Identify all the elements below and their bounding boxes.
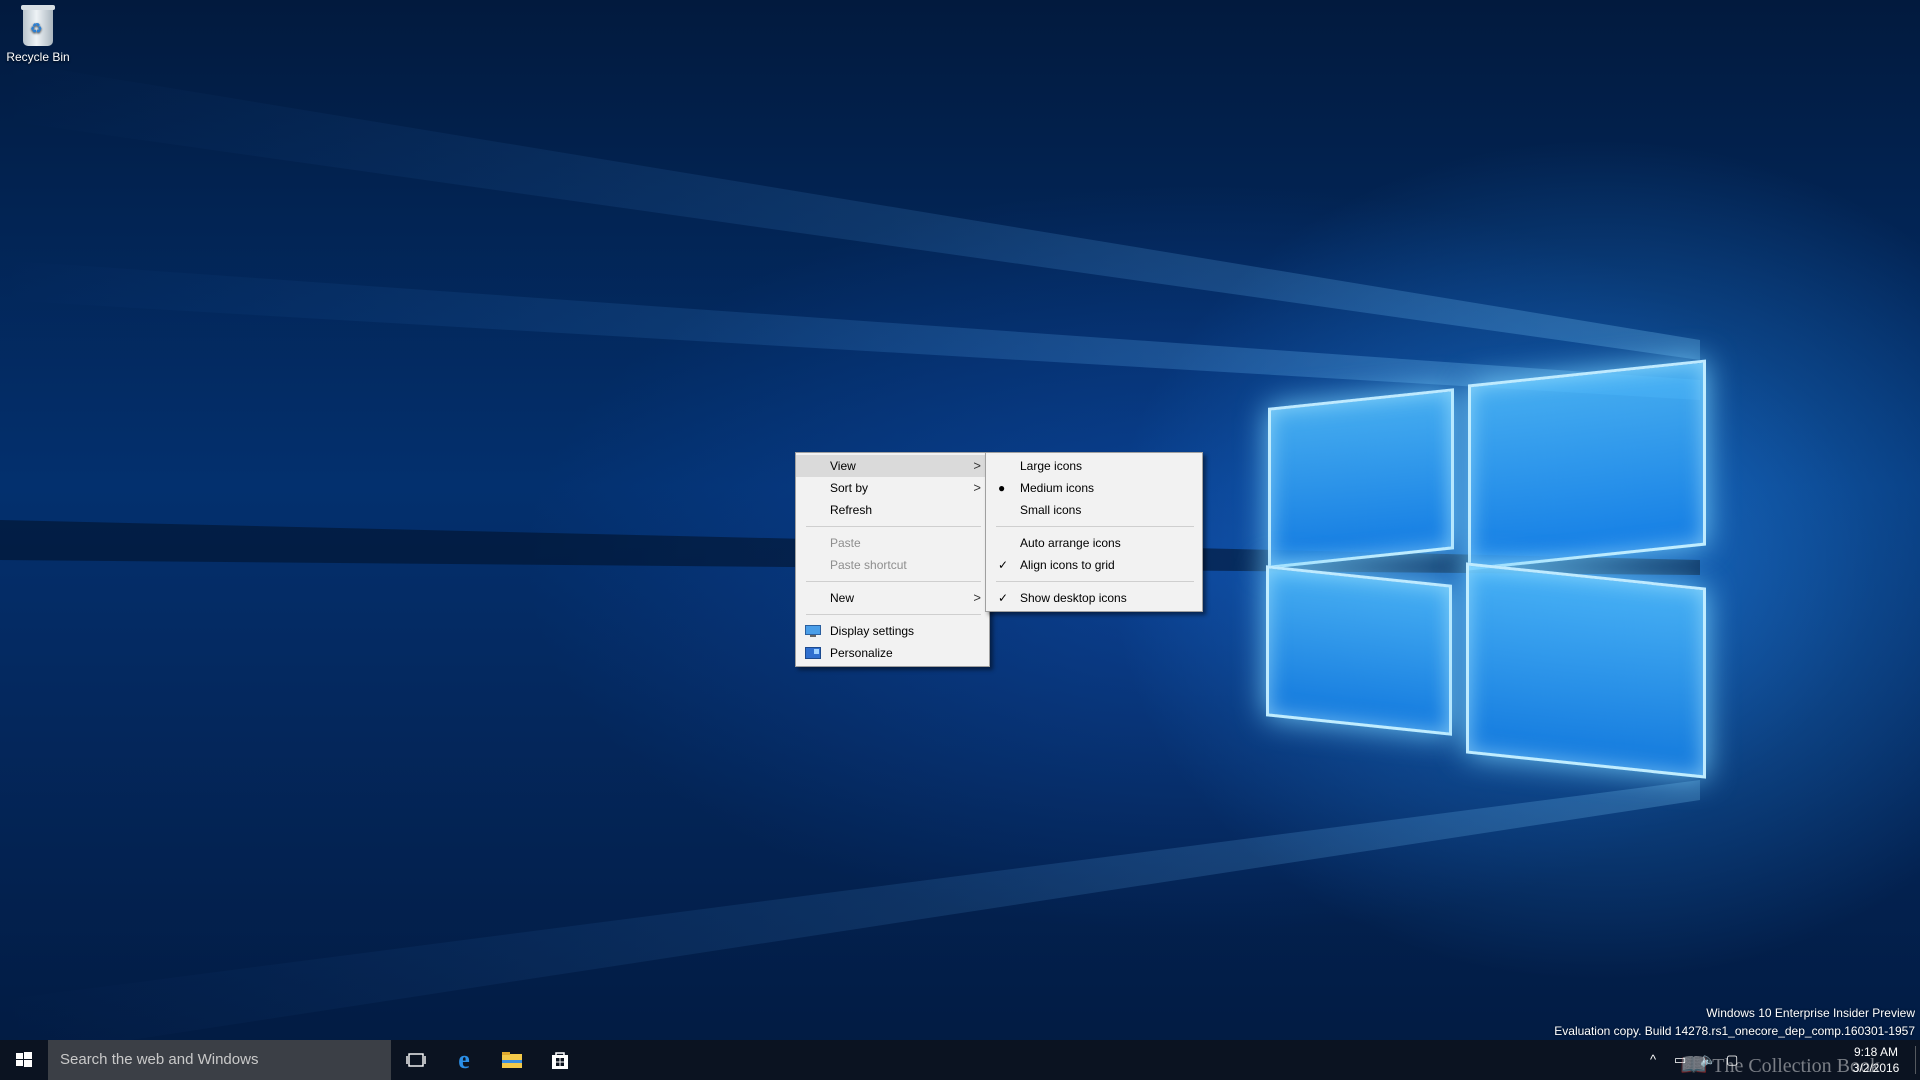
submenu-item-large-icons[interactable]: Large icons xyxy=(986,455,1202,477)
radio-bullet-icon: ● xyxy=(998,481,1006,495)
overlay-watermark: 📖 The Collection Book xyxy=(1680,1052,1880,1077)
store-icon xyxy=(552,1052,568,1069)
recycle-bin[interactable]: ♻ Recycle Bin xyxy=(4,5,72,64)
menu-separator xyxy=(996,526,1194,527)
start-button[interactable] xyxy=(0,1040,48,1080)
edge-taskbar-button[interactable]: e xyxy=(440,1040,488,1080)
submenu-item-auto-arrange[interactable]: Auto arrange icons xyxy=(986,532,1202,554)
menu-item-new[interactable]: New > xyxy=(796,587,989,609)
chevron-right-icon: > xyxy=(973,458,981,473)
menu-item-paste[interactable]: Paste xyxy=(796,532,989,554)
build-watermark: Windows 10 Enterprise Insider Preview Ev… xyxy=(1554,1004,1915,1040)
edge-icon: e xyxy=(458,1045,470,1074)
menu-separator xyxy=(806,581,981,582)
show-hidden-icons-chevron-icon[interactable]: ^ xyxy=(1650,1052,1656,1067)
menu-item-view[interactable]: View > xyxy=(796,455,989,477)
checkmark-icon: ✓ xyxy=(998,591,1009,605)
recycle-bin-icon: ♻ xyxy=(21,5,55,46)
menu-separator xyxy=(806,614,981,615)
taskbar-search-box[interactable]: Search the web and Windows xyxy=(48,1040,391,1080)
file-explorer-taskbar-button[interactable] xyxy=(488,1040,536,1080)
book-icon: 📖 xyxy=(1680,1052,1708,1077)
menu-item-display-settings[interactable]: Display settings xyxy=(796,620,989,642)
file-explorer-icon xyxy=(502,1052,522,1068)
desktop-context-menu: View > Sort by > Refresh Paste Paste sho… xyxy=(795,452,990,667)
taskbar: Search the web and Windows e ^ ▭ 🔈 ▢ 9:1… xyxy=(0,1040,1920,1080)
personalize-icon xyxy=(805,647,821,659)
desktop[interactable]: ♻ Recycle Bin View > Sort by > Refresh P… xyxy=(0,0,1920,1080)
menu-item-refresh[interactable]: Refresh xyxy=(796,499,989,521)
menu-separator xyxy=(996,581,1194,582)
menu-item-paste-shortcut[interactable]: Paste shortcut xyxy=(796,554,989,576)
search-placeholder: Search the web and Windows xyxy=(60,1051,259,1068)
menu-item-personalize[interactable]: Personalize xyxy=(796,642,989,664)
submenu-item-align-to-grid[interactable]: ✓ Align icons to grid xyxy=(986,554,1202,576)
display-icon xyxy=(805,625,821,637)
windows-start-icon xyxy=(16,1052,32,1067)
watermark-build: Evaluation copy. Build 14278.rs1_onecore… xyxy=(1554,1024,1915,1038)
submenu-item-small-icons[interactable]: Small icons xyxy=(986,499,1202,521)
view-submenu: Large icons ● Medium icons Small icons A… xyxy=(985,452,1203,612)
show-desktop-button[interactable] xyxy=(1915,1046,1916,1074)
submenu-item-show-desktop-icons[interactable]: ✓ Show desktop icons xyxy=(986,587,1202,609)
watermark-edition: Windows 10 Enterprise Insider Preview xyxy=(1706,1006,1915,1020)
checkmark-icon: ✓ xyxy=(998,558,1009,572)
task-view-button[interactable] xyxy=(392,1040,440,1080)
submenu-item-medium-icons[interactable]: ● Medium icons xyxy=(986,477,1202,499)
chevron-right-icon: > xyxy=(973,590,981,605)
menu-separator xyxy=(806,526,981,527)
task-view-icon xyxy=(406,1053,426,1067)
store-taskbar-button[interactable] xyxy=(536,1040,584,1080)
menu-item-sort-by[interactable]: Sort by > xyxy=(796,477,989,499)
recycle-bin-label: Recycle Bin xyxy=(6,50,70,64)
chevron-right-icon: > xyxy=(973,480,981,495)
